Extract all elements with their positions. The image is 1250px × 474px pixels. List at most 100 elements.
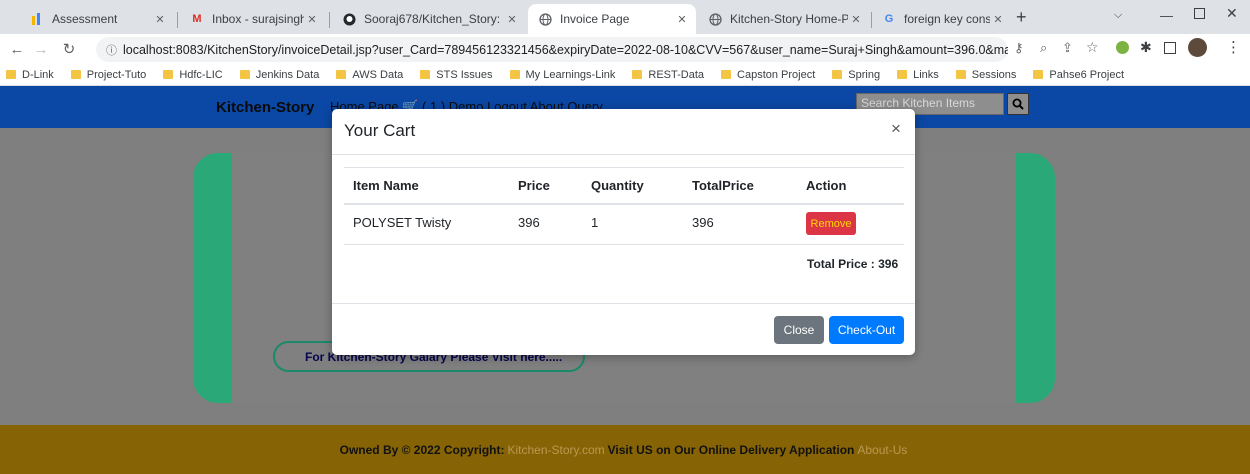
modal-title: Your Cart [344, 121, 416, 140]
bookmark-item[interactable]: Hdfc-LIC [163, 68, 223, 81]
puzzle-icon[interactable]: ✱ [1140, 39, 1152, 56]
tab-divider [177, 12, 178, 28]
bookmark-item[interactable]: Spring [832, 69, 880, 81]
bookmark-label: Capston Project [737, 68, 816, 81]
bookmark-item[interactable]: AWS Data [336, 69, 403, 81]
cell-total-price: 396 [692, 215, 714, 230]
bookmark-label: Project-Tuto [86, 68, 147, 81]
site-brand[interactable]: Kitchen-Story [216, 99, 314, 116]
google-icon: G [884, 13, 894, 25]
search-button[interactable] [1007, 93, 1029, 115]
bookmark-label: My Learnings-Link [525, 68, 616, 81]
bookmark-item[interactable]: Project-Tuto [70, 68, 147, 81]
key-icon[interactable]: ⚷ [1014, 40, 1024, 56]
bookmark-item[interactable]: My Learnings-Link [509, 68, 616, 81]
bookmark-item[interactable]: Capston Project [721, 69, 815, 81]
bookmark-item[interactable]: Links [897, 69, 939, 81]
tab-google[interactable]: G foreign key constraint in sq ✕ [872, 4, 1012, 34]
side-panel-icon[interactable] [1164, 42, 1176, 54]
close-icon[interactable]: ✕ [304, 13, 320, 26]
col-total-price: TotalPrice [692, 178, 754, 193]
tab-label: Inbox - surajsingh9090@gm [212, 12, 304, 26]
folder-icon [239, 70, 250, 79]
bookmark-label: Jenkins Data [255, 68, 320, 81]
table-header-border [344, 203, 904, 205]
zoom-icon[interactable]: ⌕ [1040, 40, 1047, 56]
tab-label: foreign key constraint in sq [904, 12, 990, 26]
info-icon[interactable]: ⓘ [106, 42, 117, 58]
new-tab-button[interactable]: + [1016, 7, 1027, 28]
assessment-icon [30, 12, 44, 26]
folder-icon [420, 70, 431, 79]
col-quantity: Quantity [591, 178, 644, 193]
table-row-border [344, 244, 904, 245]
address-bar[interactable]: ⓘ localhost:8083/KitchenStory/invoiceDet… [96, 37, 1008, 62]
close-icon[interactable]: ✕ [504, 13, 520, 26]
cell-quantity: 1 [591, 215, 599, 230]
tab-github[interactable]: Sooraj678/Kitchen_Story: Pr ✕ [332, 4, 526, 34]
bookmark-label: Sessions [971, 68, 1017, 81]
tab-label: Sooraj678/Kitchen_Story: Pr [364, 12, 504, 26]
bookmark-item[interactable]: Jenkins Data [239, 68, 320, 81]
share-icon[interactable]: ⇪ [1062, 40, 1073, 56]
close-icon[interactable]: ✕ [990, 13, 1006, 26]
globe-icon [538, 12, 552, 26]
close-button[interactable]: Close [774, 316, 824, 344]
remove-button[interactable]: Remove [806, 212, 856, 235]
footer-site-link[interactable]: Kitchen-Story.com [507, 443, 604, 457]
reload-icon[interactable]: ↻ [58, 38, 80, 60]
cart-total-price: Total Price : 396 [807, 257, 899, 271]
bookmark-star-icon[interactable]: ☆ [1086, 39, 1099, 56]
bookmark-label: Hdfc-LIC [179, 68, 223, 81]
bookmark-label: Pahse6 Project [1049, 68, 1125, 81]
tab-divider [329, 12, 330, 28]
github-icon [342, 12, 356, 26]
url-text: localhost:8083/KitchenStory/invoiceDetai… [123, 42, 1008, 57]
checkout-button[interactable]: Check-Out [829, 316, 904, 344]
window-close-icon[interactable]: ✕ [1226, 5, 1238, 22]
bookmark-label: Spring [848, 68, 881, 81]
tab-assessment[interactable]: Assessment ✕ [20, 4, 174, 34]
footer-copyright: Owned By © 2022 Copyright: [339, 442, 505, 457]
col-item-name: Item Name [353, 178, 419, 193]
cell-price: 396 [518, 215, 540, 230]
bookmark-item[interactable]: Sessions [955, 68, 1017, 81]
minimize-icon[interactable]: — [1160, 8, 1173, 23]
footer-about-link[interactable]: About-Us [857, 443, 907, 457]
footer-visit-text: Visit US on Our Online Delivery Applicat… [607, 442, 855, 457]
bookmark-label: REST-Data [648, 68, 705, 81]
folder-icon [163, 70, 174, 79]
close-icon[interactable]: ✕ [848, 13, 864, 26]
back-icon[interactable]: ← [6, 38, 28, 60]
tab-inbox[interactable]: M Inbox - surajsingh9090@gm ✕ [180, 4, 326, 34]
bookmark-label: Links [913, 68, 939, 81]
forward-icon[interactable]: → [30, 38, 52, 60]
maximize-icon[interactable] [1194, 8, 1205, 19]
search-icon [1012, 98, 1024, 110]
bookmark-item[interactable]: D-Link [6, 69, 54, 81]
folder-icon [897, 70, 908, 79]
tab-kitchen-home[interactable]: Kitchen-Story Home-Page ✕ [698, 4, 870, 34]
site-footer: Owned By © 2022 Copyright: Kitchen-Story… [0, 425, 1250, 474]
tab-label: Kitchen-Story Home-Page [730, 12, 848, 26]
bookmark-item[interactable]: STS Issues [420, 69, 493, 81]
tab-invoice-page[interactable]: Invoice Page ✕ [528, 4, 696, 34]
globe-icon [708, 12, 722, 26]
folder-icon [6, 70, 16, 79]
cell-item-name: POLYSET Twisty [353, 215, 452, 230]
bookmark-item[interactable]: Pahse6 Project [1033, 69, 1124, 81]
bookmark-item[interactable]: REST-Data [632, 69, 704, 81]
modal-close-icon[interactable]: × [891, 119, 901, 139]
tab-label: Invoice Page [560, 12, 630, 26]
extension-icon[interactable] [1116, 41, 1129, 54]
bookmark-label: AWS Data [352, 68, 404, 81]
avatar[interactable] [1188, 38, 1207, 57]
col-action: Action [806, 178, 847, 193]
gmail-icon: M [192, 13, 202, 25]
menu-icon[interactable]: ⋮ [1226, 38, 1241, 56]
tab-search-icon[interactable]: ⌵ [1114, 9, 1122, 22]
close-icon[interactable]: ✕ [674, 13, 690, 26]
folder-icon [721, 70, 732, 79]
tab-label: Assessment [52, 12, 118, 26]
close-icon[interactable]: ✕ [152, 13, 168, 26]
